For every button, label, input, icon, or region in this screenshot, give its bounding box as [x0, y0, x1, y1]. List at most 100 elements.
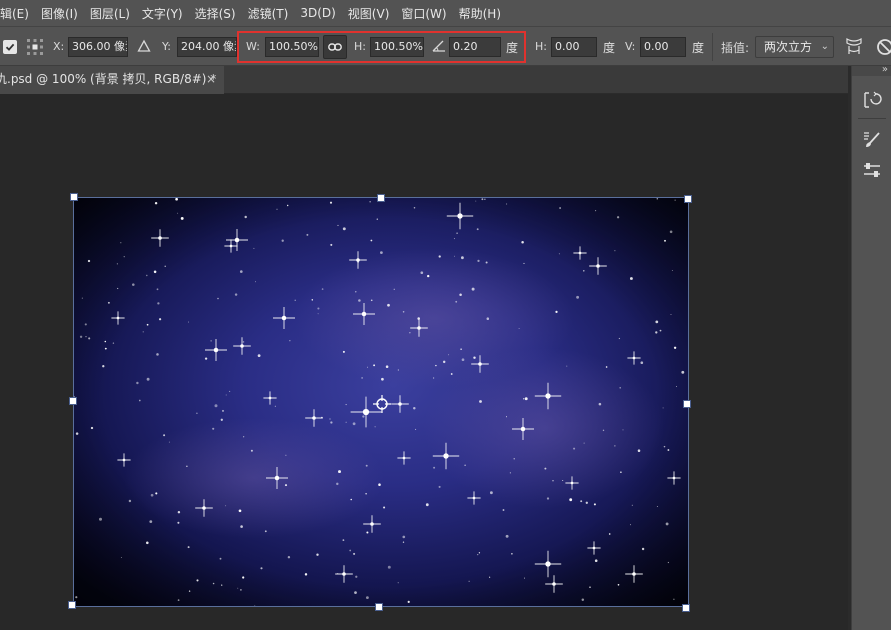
star-dot: [90, 426, 94, 430]
star-dot: [257, 354, 261, 357]
star-dot: [402, 541, 405, 543]
star-dot: [104, 340, 107, 343]
warp-mode-icon[interactable]: [845, 37, 863, 60]
star-dot: [225, 394, 227, 396]
menu-select[interactable]: 选择(S): [189, 5, 242, 22]
star-dot: [128, 499, 132, 503]
close-icon[interactable]: ×: [206, 66, 216, 92]
star-dot: [362, 415, 365, 418]
star-dot: [253, 247, 255, 249]
star-dot: [674, 199, 676, 201]
handle-middle-right[interactable]: [683, 400, 691, 408]
checkbox-checked-icon[interactable]: [3, 40, 17, 54]
star-dot: [336, 482, 339, 486]
star-dot: [342, 539, 345, 541]
star-dot: [330, 243, 333, 246]
document-tab[interactable]: 仇.psd @ 100% (背景 拷贝, RGB/8#) * ×: [0, 66, 224, 94]
star-dot: [566, 365, 568, 367]
panel-strip-header[interactable]: »: [852, 64, 891, 76]
star-dot: [460, 348, 462, 350]
skew-v-unit: 度: [692, 41, 705, 55]
star-dot: [240, 525, 243, 528]
star-dot: [559, 207, 562, 209]
star-dot: [260, 567, 263, 570]
star-dot: [177, 521, 180, 524]
canvas-area[interactable]: [0, 94, 848, 630]
menu-help[interactable]: 帮助(H): [453, 5, 507, 22]
star-dot: [146, 541, 149, 545]
menu-layer[interactable]: 图层(L): [84, 5, 136, 22]
star-dot: [573, 447, 576, 450]
x-position-field[interactable]: 306.00 像素: [68, 37, 128, 57]
cancel-icon[interactable]: [876, 38, 891, 59]
star-dot: [338, 470, 341, 474]
star-dot: [243, 436, 245, 438]
handle-top-right[interactable]: [684, 195, 692, 203]
skew-h-label: H:: [535, 40, 547, 53]
star-dot: [608, 533, 611, 535]
handle-bottom-center[interactable]: [375, 603, 383, 611]
skew-h-field[interactable]: 0.00: [551, 37, 597, 57]
star-dot: [342, 227, 346, 231]
star-dot: [383, 506, 386, 509]
star-dot: [369, 201, 371, 203]
star-dot: [594, 559, 598, 562]
star-dot: [367, 366, 368, 368]
history-panel-icon[interactable]: [862, 90, 882, 110]
height-percent-field[interactable]: 100.50%: [370, 37, 424, 57]
reference-point-grid-icon[interactable]: [26, 38, 44, 56]
star-dot: [242, 341, 245, 343]
star-dot: [420, 271, 424, 275]
rotation-angle-field[interactable]: 0.20: [449, 37, 501, 57]
star-dot: [156, 353, 159, 356]
star-dot: [138, 399, 141, 402]
chevron-down-icon: ⌄: [820, 41, 829, 52]
star-dot: [438, 485, 441, 488]
menu-window[interactable]: 窗口(W): [395, 5, 452, 22]
star-dot: [254, 604, 256, 606]
star-dot: [413, 207, 416, 209]
star-dot: [168, 441, 170, 443]
star-dot: [212, 427, 215, 430]
handle-middle-left[interactable]: [69, 397, 77, 405]
handle-bottom-right[interactable]: [682, 604, 690, 612]
brush-settings-icon[interactable]: [862, 130, 882, 150]
y-position-field[interactable]: 204.00 像素: [177, 37, 237, 57]
star-dot: [107, 301, 110, 304]
star-dot: [670, 313, 672, 316]
star-dot: [581, 598, 585, 601]
star-dot: [355, 575, 358, 578]
skew-v-field[interactable]: 0.00: [640, 37, 686, 57]
menu-type[interactable]: 文字(Y): [136, 5, 189, 22]
chain-link-icon[interactable]: [323, 35, 347, 59]
star-dot: [598, 402, 602, 406]
star-dot: [204, 357, 208, 360]
star-dot: [484, 198, 486, 200]
menu-image[interactable]: 图像(I): [35, 5, 84, 22]
menu-view[interactable]: 视图(V): [342, 5, 396, 22]
star-dot: [509, 472, 511, 474]
adjustments-sliders-icon[interactable]: [862, 160, 882, 180]
handle-top-center[interactable]: [377, 194, 385, 202]
star-dot: [373, 364, 376, 367]
expand-panels-icon[interactable]: »: [882, 64, 888, 75]
star-dot: [524, 397, 528, 401]
star-dot: [552, 480, 554, 482]
star-dot: [329, 418, 331, 420]
delta-triangle-icon[interactable]: [137, 39, 151, 56]
star-dot: [614, 250, 616, 252]
star-dot: [264, 530, 267, 533]
handle-top-left[interactable]: [70, 193, 78, 201]
width-percent-field[interactable]: 100.50%: [265, 37, 319, 57]
star-dot: [589, 586, 591, 589]
menu-3d[interactable]: 3D(D): [294, 6, 341, 20]
star-dot: [239, 270, 243, 273]
menu-edit[interactable]: 辑(E): [0, 5, 35, 22]
handle-bottom-left[interactable]: [68, 601, 76, 609]
menu-filter[interactable]: 滤镜(T): [242, 5, 295, 22]
star-dot: [378, 483, 381, 486]
reference-point-pivot-icon[interactable]: [372, 394, 392, 414]
star-dot: [358, 299, 361, 302]
star-dot: [79, 335, 83, 338]
interpolation-select[interactable]: 两次立方 ⌄: [755, 36, 834, 58]
